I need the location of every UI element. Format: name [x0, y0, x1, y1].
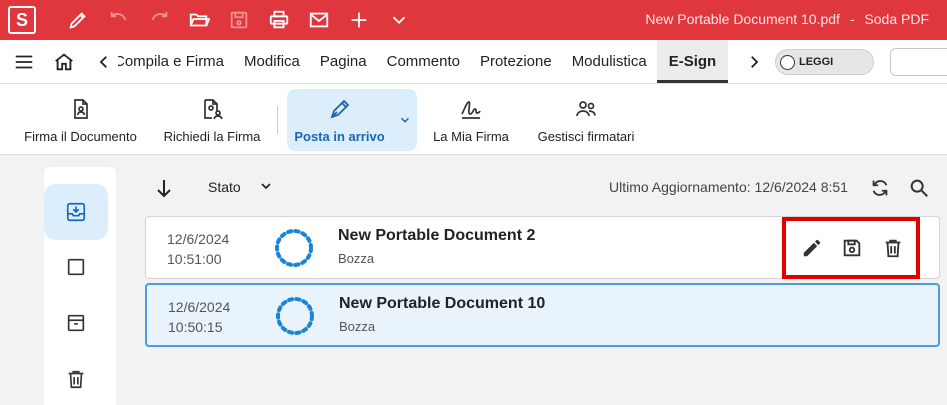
ribbon-toolbar: Firma il Documento Richiedi la Firma Pos… — [0, 83, 947, 155]
inbox-label: Posta in arrivo — [294, 128, 385, 144]
my-signature-button[interactable]: La Mia Firma — [428, 84, 514, 156]
inbox-button[interactable]: Posta in arrivo — [287, 89, 392, 151]
toggle-knob — [780, 54, 795, 70]
search-button[interactable] — [907, 176, 931, 200]
ribbon-separator — [277, 106, 278, 134]
app-name: Soda PDF — [864, 11, 929, 27]
title-bar: S New Portable Document 10.pdf - Soda PD… — [0, 0, 947, 40]
signature-icon — [461, 100, 481, 119]
grid-dashed-icon — [67, 258, 85, 276]
sign-document-label: Firma il Documento — [24, 128, 137, 144]
row-document-name: New Portable Document 2 — [338, 227, 536, 244]
row-datetime: 12/6/2024 10:51:00 — [167, 229, 229, 269]
plus-icon[interactable] — [345, 6, 373, 34]
row-actions-highlight — [782, 217, 920, 279]
pen-nib-icon — [330, 99, 349, 118]
document-sign-icon — [73, 98, 88, 119]
row-document-name: New Portable Document 10 — [339, 295, 546, 312]
pending-status-icon — [275, 229, 313, 267]
trash-icon — [68, 370, 84, 389]
archive-icon — [67, 314, 85, 332]
tab-e-sign[interactable]: E-Sign — [656, 40, 729, 83]
read-mode-toggle[interactable]: LEGGI — [775, 49, 874, 75]
manage-signers-label: Gestisci firmatari — [537, 128, 635, 144]
refresh-button[interactable] — [868, 176, 892, 200]
row-datetime: 12/6/2024 10:50:15 — [168, 297, 230, 337]
tab-protezione[interactable]: Protezione — [470, 40, 562, 83]
document-row[interactable]: 12/6/2024 10:50:15 New Portable Document… — [145, 283, 940, 347]
row-date: 12/6/2024 — [168, 299, 231, 315]
chevron-down-icon — [261, 183, 271, 190]
hamburger-menu-icon[interactable] — [12, 50, 36, 74]
status-filter-label[interactable]: Stato — [208, 179, 241, 195]
trash-icon — [885, 239, 901, 258]
save-icon — [843, 239, 861, 257]
users-icon — [576, 100, 596, 116]
edit-button[interactable] — [799, 235, 825, 261]
last-updated: Ultimo Aggiornamento: 12/6/2024 8:51 — [609, 179, 848, 195]
tab-modifica[interactable]: Modifica — [234, 40, 310, 83]
status-filter-dropdown[interactable] — [258, 178, 274, 199]
home-icon[interactable] — [52, 50, 76, 74]
nav-drafts[interactable] — [44, 239, 108, 295]
chevron-left-icon[interactable] — [92, 50, 116, 74]
esign-side-nav — [44, 167, 116, 405]
nav-inbox[interactable] — [44, 184, 108, 240]
request-signature-label: Richiedi la Firma — [163, 128, 261, 144]
request-signature-button[interactable]: Richiedi la Firma — [158, 84, 266, 156]
nav-trash[interactable] — [44, 351, 108, 405]
pen-icon[interactable] — [64, 6, 92, 34]
chevron-right-icon[interactable] — [742, 50, 766, 74]
last-updated-label: Ultimo Aggiornamento: — [609, 179, 751, 195]
tab-pagina[interactable]: Pagina — [310, 40, 377, 83]
manage-signers-button[interactable]: Gestisci firmatari — [532, 84, 640, 156]
delete-button[interactable] — [880, 235, 906, 261]
save-icon[interactable] — [225, 6, 253, 34]
folder-open-icon[interactable] — [185, 6, 213, 34]
my-signature-label: La Mia Firma — [433, 128, 509, 144]
menu-tabs: Compila e Firma Modifica Pagina Commento… — [118, 40, 736, 83]
title-separator: - — [849, 11, 855, 27]
tab-compila-e-firma[interactable]: Compila e Firma — [118, 40, 234, 83]
read-mode-label: LEGGI — [799, 56, 834, 68]
last-updated-value: 12/6/2024 8:51 — [754, 179, 848, 195]
document-title: New Portable Document 10.pdf — [645, 11, 840, 27]
tab-commento[interactable]: Commento — [377, 40, 470, 83]
nav-archive[interactable] — [44, 295, 108, 351]
sign-document-button[interactable]: Firma il Documento — [18, 84, 143, 156]
row-date: 12/6/2024 — [167, 231, 230, 247]
undo-icon[interactable] — [105, 6, 133, 34]
chevron-down-icon — [400, 117, 409, 123]
mail-icon[interactable] — [305, 6, 333, 34]
row-status: Bozza — [338, 251, 375, 266]
row-time: 10:50:15 — [168, 319, 223, 335]
request-signature-icon — [204, 98, 223, 119]
inbox-tray-icon — [66, 202, 86, 222]
row-time: 10:51:00 — [167, 251, 222, 267]
app-logo: S — [8, 6, 36, 34]
refresh-icon — [872, 180, 888, 196]
pencil-icon — [803, 239, 821, 257]
search-field[interactable] — [890, 48, 947, 76]
chevron-down-icon[interactable] — [385, 6, 413, 34]
search-icon — [910, 179, 928, 197]
tab-modulistica[interactable]: Modulistica — [562, 40, 657, 83]
inbox-dropdown-button[interactable] — [392, 89, 417, 151]
window-title: New Portable Document 10.pdf - Soda PDF — [639, 11, 929, 27]
arrow-down-icon — [157, 180, 171, 198]
redo-icon[interactable] — [145, 6, 173, 34]
sort-direction-button[interactable] — [152, 176, 176, 205]
print-icon[interactable] — [265, 6, 293, 34]
pending-status-icon — [276, 297, 314, 335]
row-status: Bozza — [339, 319, 376, 334]
save-row-button[interactable] — [839, 235, 865, 261]
